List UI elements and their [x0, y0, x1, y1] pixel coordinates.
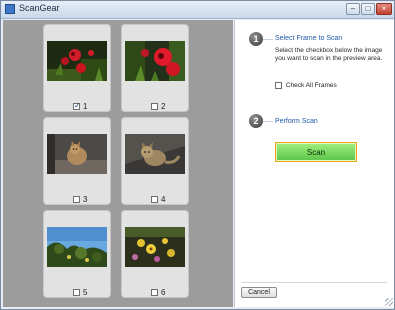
cat-on-porch-photo-icon — [47, 134, 107, 174]
frame-checkbox-3[interactable] — [73, 196, 80, 204]
minimize-button[interactable]: – — [346, 3, 360, 15]
frame-number-1: 1 — [83, 102, 88, 112]
resize-grip-icon[interactable] — [385, 298, 393, 306]
footer-divider — [241, 282, 387, 283]
scangear-app-icon — [5, 4, 15, 14]
cancel-button[interactable]: Cancel — [241, 287, 277, 298]
frame-card-2[interactable]: 2 — [121, 24, 189, 112]
yellow-flowers-photo-icon — [125, 227, 185, 267]
frame-number-4: 4 — [161, 195, 166, 205]
scan-settings-panel: 1 Select Frame to Scan Select the checkb… — [234, 20, 394, 307]
frame-number-2: 2 — [161, 102, 166, 112]
frame-card-1[interactable]: 1 — [43, 24, 111, 112]
close-button[interactable]: × — [376, 3, 392, 15]
preview-area[interactable]: 1 2 — [3, 20, 233, 307]
frame-card-4[interactable]: 4 — [121, 117, 189, 205]
step-2-connector — [263, 121, 273, 122]
frame-card-5[interactable]: 5 — [43, 210, 111, 298]
frame-number-5: 5 — [83, 288, 88, 298]
frame-card-3[interactable]: 3 — [43, 117, 111, 205]
frame-checkbox-4[interactable] — [151, 196, 158, 204]
check-all-frames-label: Check All Frames — [285, 82, 337, 89]
frame-checkbox-5[interactable] — [73, 289, 80, 297]
scan-button[interactable]: Scan — [275, 142, 357, 162]
step-2-title: Perform Scan — [275, 118, 318, 125]
frame-number-3: 3 — [83, 195, 88, 205]
scangear-window: ScanGear – □ × ✓1 2 3 4 5 6 1 Select Fra… — [0, 0, 395, 310]
maximize-button[interactable]: □ — [361, 3, 375, 15]
check-all-frames-checkbox[interactable] — [275, 82, 282, 89]
frame-checkbox-2[interactable] — [151, 103, 158, 111]
check-all-frames-row[interactable]: Check All Frames — [275, 82, 337, 89]
step-2-circle: 2 — [249, 114, 263, 128]
frame-number-6: 6 — [161, 288, 166, 298]
frame-checkbox-6[interactable] — [151, 289, 158, 297]
window-title: ScanGear — [19, 3, 60, 13]
red-flowers-photo-icon — [47, 41, 107, 81]
red-flowers-photo-icon — [125, 41, 185, 81]
step-1-connector — [263, 39, 273, 40]
frame-card-6[interactable]: 6 — [121, 210, 189, 298]
step-1-circle: 1 — [249, 32, 263, 46]
frame-checkbox-1[interactable] — [73, 101, 81, 111]
title-bar[interactable]: ScanGear – □ × — [1, 1, 394, 19]
cat-on-porch-photo-icon — [125, 134, 185, 174]
step-1-title: Select Frame to Scan — [275, 35, 343, 42]
tree-sky-photo-icon — [47, 227, 107, 267]
step-1-instructions: Select the checkbox below the image you … — [275, 47, 383, 62]
